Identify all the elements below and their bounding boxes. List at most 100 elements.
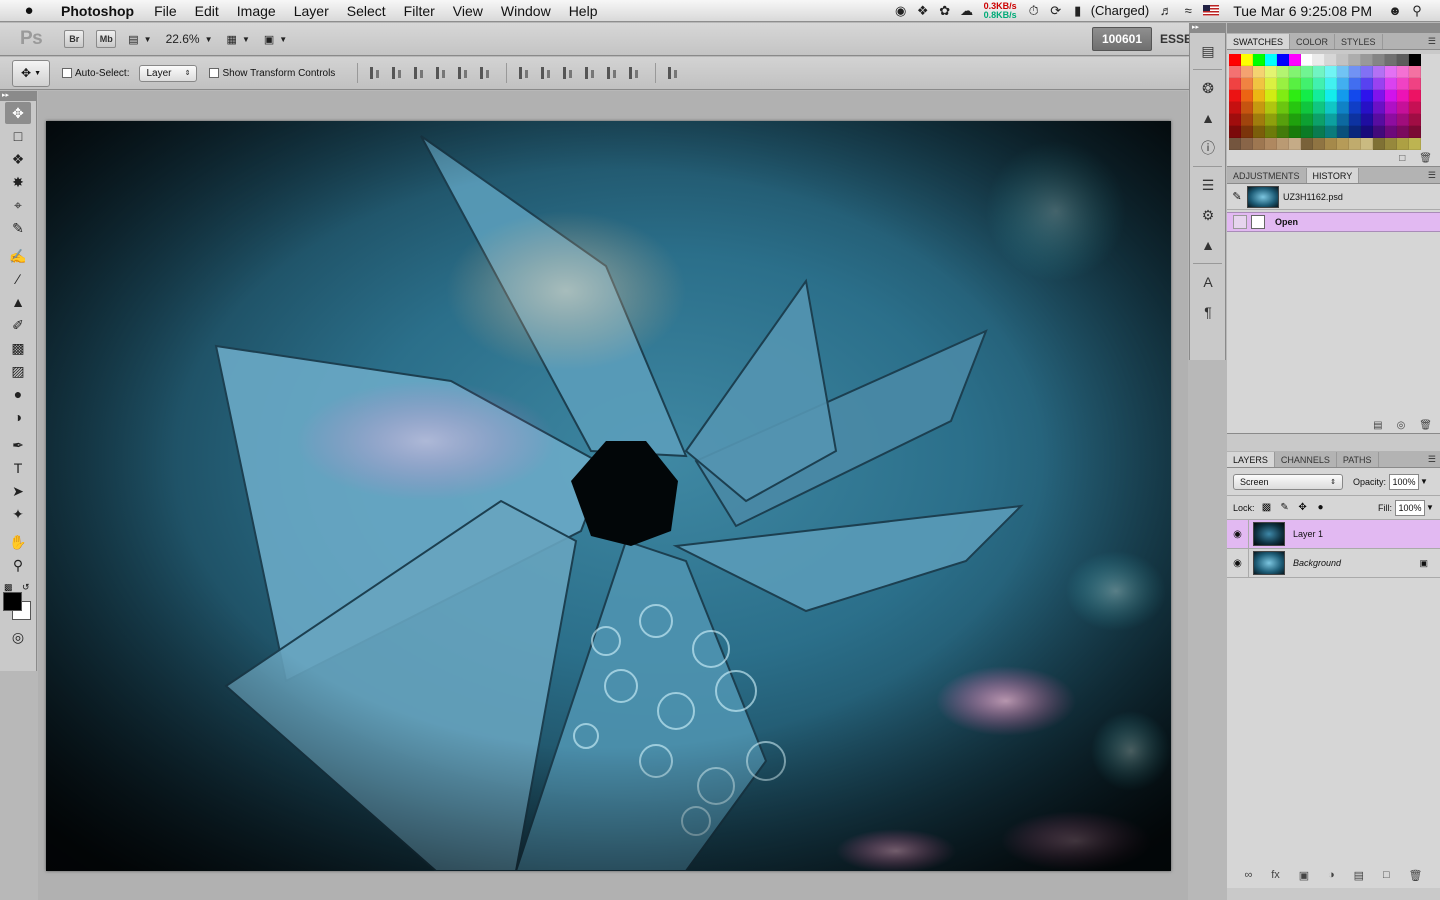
- history-snapshot[interactable]: ✎ UZ3H1162.psd: [1227, 184, 1440, 210]
- swatch[interactable]: [1361, 78, 1373, 90]
- workspace-button[interactable]: 100601: [1091, 27, 1152, 51]
- volume-icon[interactable]: ♬: [1155, 0, 1177, 22]
- swatch[interactable]: [1337, 90, 1349, 102]
- swatch[interactable]: [1361, 66, 1373, 78]
- swatch[interactable]: [1313, 114, 1325, 126]
- lock-position-icon[interactable]: ✥: [1297, 502, 1309, 514]
- swatch[interactable]: [1289, 138, 1301, 150]
- swatch[interactable]: [1337, 78, 1349, 90]
- swatch[interactable]: [1373, 114, 1385, 126]
- swatch[interactable]: [1337, 54, 1349, 66]
- tab-swatches[interactable]: SWATCHES: [1227, 34, 1291, 49]
- panel-menu-icon[interactable]: ☰: [1428, 36, 1436, 47]
- network-speed[interactable]: 0.3KB/s 0.8KB/s: [978, 1, 1023, 20]
- tools-panel-collapse-icon[interactable]: ▸▸: [0, 91, 36, 101]
- lock-image-pixels-icon[interactable]: ✎: [1279, 502, 1291, 514]
- swatch[interactable]: [1361, 54, 1373, 66]
- pen-tool-icon[interactable]: ✒: [5, 434, 31, 456]
- distribute-vertical-centers-icon[interactable]: [537, 65, 555, 81]
- swatch[interactable]: [1337, 126, 1349, 138]
- info-icon[interactable]: ⓘ: [1195, 136, 1221, 160]
- swatch[interactable]: [1289, 102, 1301, 114]
- swatch[interactable]: [1397, 90, 1409, 102]
- history-state-open[interactable]: Open: [1227, 212, 1440, 232]
- tab-layers[interactable]: LAYERS: [1227, 452, 1275, 467]
- swatch[interactable]: [1289, 90, 1301, 102]
- swatch-grid[interactable]: [1229, 54, 1440, 150]
- new-adjustment-layer-icon[interactable]: ◑: [1328, 869, 1335, 882]
- swatch[interactable]: [1349, 90, 1361, 102]
- swatch[interactable]: [1397, 78, 1409, 90]
- add-layer-mask-icon[interactable]: ▣: [1299, 869, 1309, 882]
- swatch[interactable]: [1313, 66, 1325, 78]
- swatch[interactable]: [1301, 114, 1313, 126]
- swatch[interactable]: [1253, 114, 1265, 126]
- layer-row-layer-1[interactable]: ◉ Layer 1: [1227, 519, 1440, 549]
- swatch[interactable]: [1253, 78, 1265, 90]
- swatch[interactable]: [1349, 102, 1361, 114]
- tab-adjustments[interactable]: ADJUSTMENTS: [1227, 168, 1307, 183]
- menu-window[interactable]: Window: [492, 0, 560, 22]
- swatch[interactable]: [1373, 138, 1385, 150]
- swatch[interactable]: [1325, 90, 1337, 102]
- quick-mask-mode-icon[interactable]: ◎: [5, 626, 31, 648]
- delete-layer-icon[interactable]: 🗑: [1409, 869, 1423, 882]
- brush-presets-icon[interactable]: ☰: [1195, 173, 1221, 197]
- swatch[interactable]: [1397, 102, 1409, 114]
- panel-collapse-bar[interactable]: [1227, 23, 1440, 33]
- swatch[interactable]: [1397, 114, 1409, 126]
- hand-tool-icon[interactable]: ✋: [5, 531, 31, 553]
- swatch[interactable]: [1241, 90, 1253, 102]
- tab-color[interactable]: COLOR: [1290, 34, 1336, 49]
- align-vertical-centers-icon[interactable]: [388, 65, 406, 81]
- tab-channels[interactable]: CHANNELS: [1275, 452, 1337, 467]
- mini-bridge-icon[interactable]: ▤: [1195, 39, 1221, 63]
- swatch[interactable]: [1265, 138, 1277, 150]
- new-layer-icon[interactable]: □: [1383, 869, 1390, 882]
- layer-row-background[interactable]: ◉ Background ▣: [1227, 548, 1440, 578]
- swatch[interactable]: [1301, 90, 1313, 102]
- swatch[interactable]: [1241, 102, 1253, 114]
- sync-icon[interactable]: ⟳: [1045, 0, 1067, 22]
- clone-source-icon[interactable]: ▲: [1195, 233, 1221, 257]
- spot-healing-brush-tool-icon[interactable]: ✍: [5, 245, 31, 267]
- tool-preset-picker[interactable]: ✥ ▼: [12, 59, 50, 87]
- apple-menu-icon[interactable]: ●: [18, 2, 40, 19]
- swatch[interactable]: [1325, 66, 1337, 78]
- new-group-icon[interactable]: ▤: [1354, 869, 1364, 882]
- swatch[interactable]: [1301, 126, 1313, 138]
- swatch[interactable]: [1277, 90, 1289, 102]
- distribute-left-edges-icon[interactable]: [581, 65, 599, 81]
- delete-swatch-icon[interactable]: 🗑: [1419, 153, 1432, 164]
- zoom-level-dropdown[interactable]: 22.6% ▼: [166, 32, 213, 46]
- swatch[interactable]: [1229, 54, 1241, 66]
- swatch[interactable]: [1373, 66, 1385, 78]
- swatch[interactable]: [1301, 78, 1313, 90]
- history-brush-source-icon[interactable]: ✎: [1227, 190, 1247, 203]
- auto-select-target-select[interactable]: Layer ⇕: [139, 64, 198, 82]
- swatch[interactable]: [1289, 114, 1301, 126]
- swatch[interactable]: [1313, 90, 1325, 102]
- align-top-edges-icon[interactable]: [366, 65, 384, 81]
- swatch[interactable]: [1361, 138, 1373, 150]
- swatch[interactable]: [1385, 102, 1397, 114]
- menu-edit[interactable]: Edit: [186, 0, 228, 22]
- swatch[interactable]: [1409, 78, 1421, 90]
- swatch[interactable]: [1229, 102, 1241, 114]
- swatch[interactable]: [1253, 54, 1265, 66]
- align-bottom-edges-icon[interactable]: [410, 65, 428, 81]
- swatch[interactable]: [1385, 90, 1397, 102]
- swatch[interactable]: [1241, 114, 1253, 126]
- gradient-tool-icon[interactable]: ▨: [5, 360, 31, 382]
- swatch[interactable]: [1253, 102, 1265, 114]
- rectangular-marquee-tool-icon[interactable]: □: [5, 125, 31, 147]
- swatch[interactable]: [1301, 66, 1313, 78]
- menubar-clock[interactable]: Tue Mar 6 9:25:08 PM: [1223, 3, 1384, 19]
- swatch[interactable]: [1253, 90, 1265, 102]
- history-brush-tool-icon[interactable]: ✐: [5, 314, 31, 336]
- menu-filter[interactable]: Filter: [395, 0, 444, 22]
- history-brush-source-box[interactable]: [1233, 215, 1247, 229]
- swatch[interactable]: [1277, 138, 1289, 150]
- brush-icon[interactable]: ⚙: [1195, 203, 1221, 227]
- swatch[interactable]: [1313, 78, 1325, 90]
